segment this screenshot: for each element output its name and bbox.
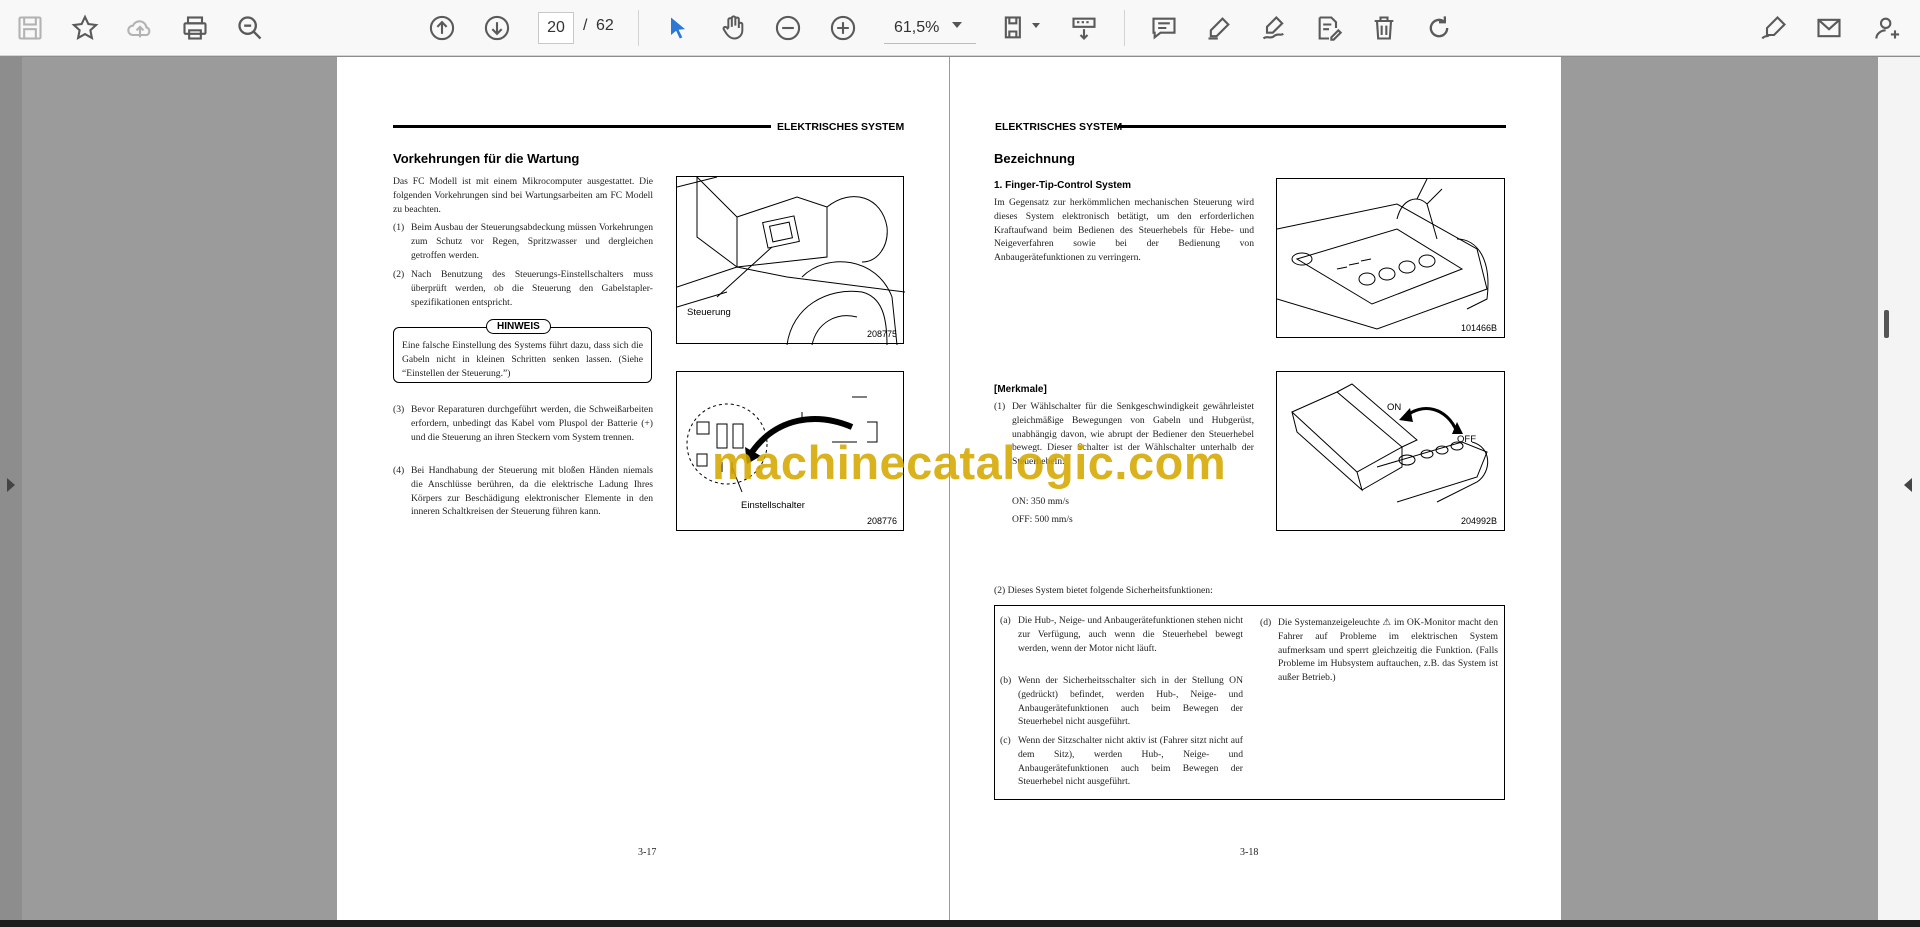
sign-icon[interactable] bbox=[1756, 10, 1792, 46]
select-cursor-icon[interactable] bbox=[660, 10, 696, 46]
page-total: 62 bbox=[596, 17, 614, 34]
chevron-down-icon[interactable] bbox=[1032, 23, 1040, 28]
section-title: Vorkehrungen für die Wartung bbox=[393, 151, 580, 166]
page-header: ELEKTRISCHES SYSTEM bbox=[995, 121, 1123, 133]
notice-title: HINWEIS bbox=[486, 319, 551, 334]
list-item: (4) Bei Handhabung der Steuerung mit bloß… bbox=[393, 465, 653, 518]
page-down-icon[interactable] bbox=[479, 10, 515, 46]
notice-box: HINWEIS Eine falsche Einstellung des Sys… bbox=[393, 319, 652, 383]
page-up-icon[interactable] bbox=[424, 10, 460, 46]
finger-tip-control-illustration bbox=[1276, 178, 1489, 330]
cloud-upload-icon[interactable] bbox=[122, 10, 158, 46]
notice-text: Eine falsche Einstellung des Systems füh… bbox=[402, 340, 643, 379]
page-separator: / bbox=[583, 17, 588, 34]
draw-icon[interactable] bbox=[1256, 10, 1292, 46]
delete-icon[interactable] bbox=[1366, 10, 1402, 46]
safety-item: (c) Wenn der Sitzschalter nicht aktiv ist… bbox=[1000, 735, 1243, 788]
safety-functions-box: (a) Die Hub-, Neige- und Anbaugerätefunkt… bbox=[994, 605, 1505, 800]
add-user-icon[interactable] bbox=[1870, 10, 1906, 46]
list-item: (2) Nach Benutzung des Steuerungs-Einstel… bbox=[393, 269, 653, 308]
on-off-switch-illustration bbox=[1291, 383, 1489, 503]
figure-label: Einstellschalter bbox=[741, 500, 805, 511]
toolbar: / 62 61,5% bbox=[0, 0, 1920, 56]
figure-code: 208776 bbox=[867, 516, 898, 526]
figure-code: 204992B bbox=[1461, 516, 1498, 526]
right-panel bbox=[1878, 57, 1920, 920]
on-label: ON bbox=[1387, 402, 1402, 413]
section-text: Im Gegensatz zur herkömmlichen mechanisc… bbox=[994, 197, 1254, 264]
intro-text: Das FC Modell ist mit einem Mikrocompute… bbox=[393, 176, 653, 215]
highlight-pen-icon[interactable] bbox=[1201, 10, 1237, 46]
save-icon[interactable] bbox=[12, 10, 48, 46]
figure-on-off-switch: ON OFF 204992B bbox=[1276, 371, 1505, 531]
speed-off: OFF: 500 mm/s bbox=[1012, 514, 1073, 525]
off-label: OFF bbox=[1457, 434, 1476, 445]
chevron-down-icon[interactable] bbox=[952, 22, 962, 28]
safety-item: (a) Die Hub-, Neige- und Anbaugerätefunkt… bbox=[1000, 615, 1243, 654]
search-zoom-icon[interactable] bbox=[232, 10, 268, 46]
figure-code: 101466B bbox=[1461, 323, 1498, 333]
subsection-title: 1. Finger-Tip-Control System bbox=[994, 180, 1132, 191]
left-panel-toggle-icon[interactable] bbox=[7, 478, 15, 492]
speed-on: ON: 350 mm/s bbox=[1012, 496, 1070, 507]
list-item: (1) Beim Ausbau der Steuerungsabdeckung m… bbox=[393, 222, 653, 261]
page-header: ELEKTRISCHES SYSTEM bbox=[777, 121, 905, 133]
safety-intro: (2) Dieses System bietet folgende Sicher… bbox=[994, 585, 1213, 596]
features-heading: [Merkmale] bbox=[994, 384, 1047, 395]
page-number-input[interactable] bbox=[538, 12, 574, 44]
figure-label: Steuerung bbox=[687, 307, 731, 318]
zoom-out-icon[interactable] bbox=[770, 10, 806, 46]
scrollbar-thumb[interactable] bbox=[1884, 310, 1889, 338]
zoom-level-select[interactable]: 61,5% bbox=[884, 12, 976, 44]
controller-illustration bbox=[676, 175, 906, 346]
header-rule bbox=[1118, 125, 1506, 128]
page-fit-icon[interactable] bbox=[996, 10, 1032, 46]
section-title: Bezeichnung bbox=[994, 151, 1075, 166]
rotate-icon[interactable] bbox=[1421, 10, 1457, 46]
bookmark-star-icon[interactable] bbox=[67, 10, 103, 46]
hand-tool-icon[interactable] bbox=[715, 10, 751, 46]
print-icon[interactable] bbox=[177, 10, 213, 46]
figure-code: 208775 bbox=[867, 329, 898, 339]
bottom-edge bbox=[0, 920, 1920, 927]
scroll-mode-icon[interactable] bbox=[1066, 10, 1102, 46]
figure-finger-tip-control: 101466B bbox=[1276, 178, 1505, 338]
list-item: (3) Bevor Reparaturen durchgeführt werden… bbox=[393, 404, 653, 443]
watermark: machinecatalogic.com bbox=[712, 436, 1227, 489]
email-icon[interactable] bbox=[1811, 10, 1847, 46]
right-panel-toggle-icon[interactable] bbox=[1904, 478, 1912, 492]
edit-text-icon[interactable] bbox=[1311, 10, 1347, 46]
safety-item: (d) Die Systemanzeigeleuchte ⚠ im OK-Moni… bbox=[1260, 617, 1498, 684]
page-number: 3-17 bbox=[638, 847, 657, 858]
comment-icon[interactable] bbox=[1146, 10, 1182, 46]
header-rule bbox=[393, 125, 771, 128]
zoom-in-icon[interactable] bbox=[825, 10, 861, 46]
page-number: 3-18 bbox=[1240, 847, 1259, 858]
figure-controller: Steuerung 208775 bbox=[676, 175, 906, 346]
safety-item: (b) Wenn der Sicherheitsschalter sich in … bbox=[1000, 675, 1243, 728]
